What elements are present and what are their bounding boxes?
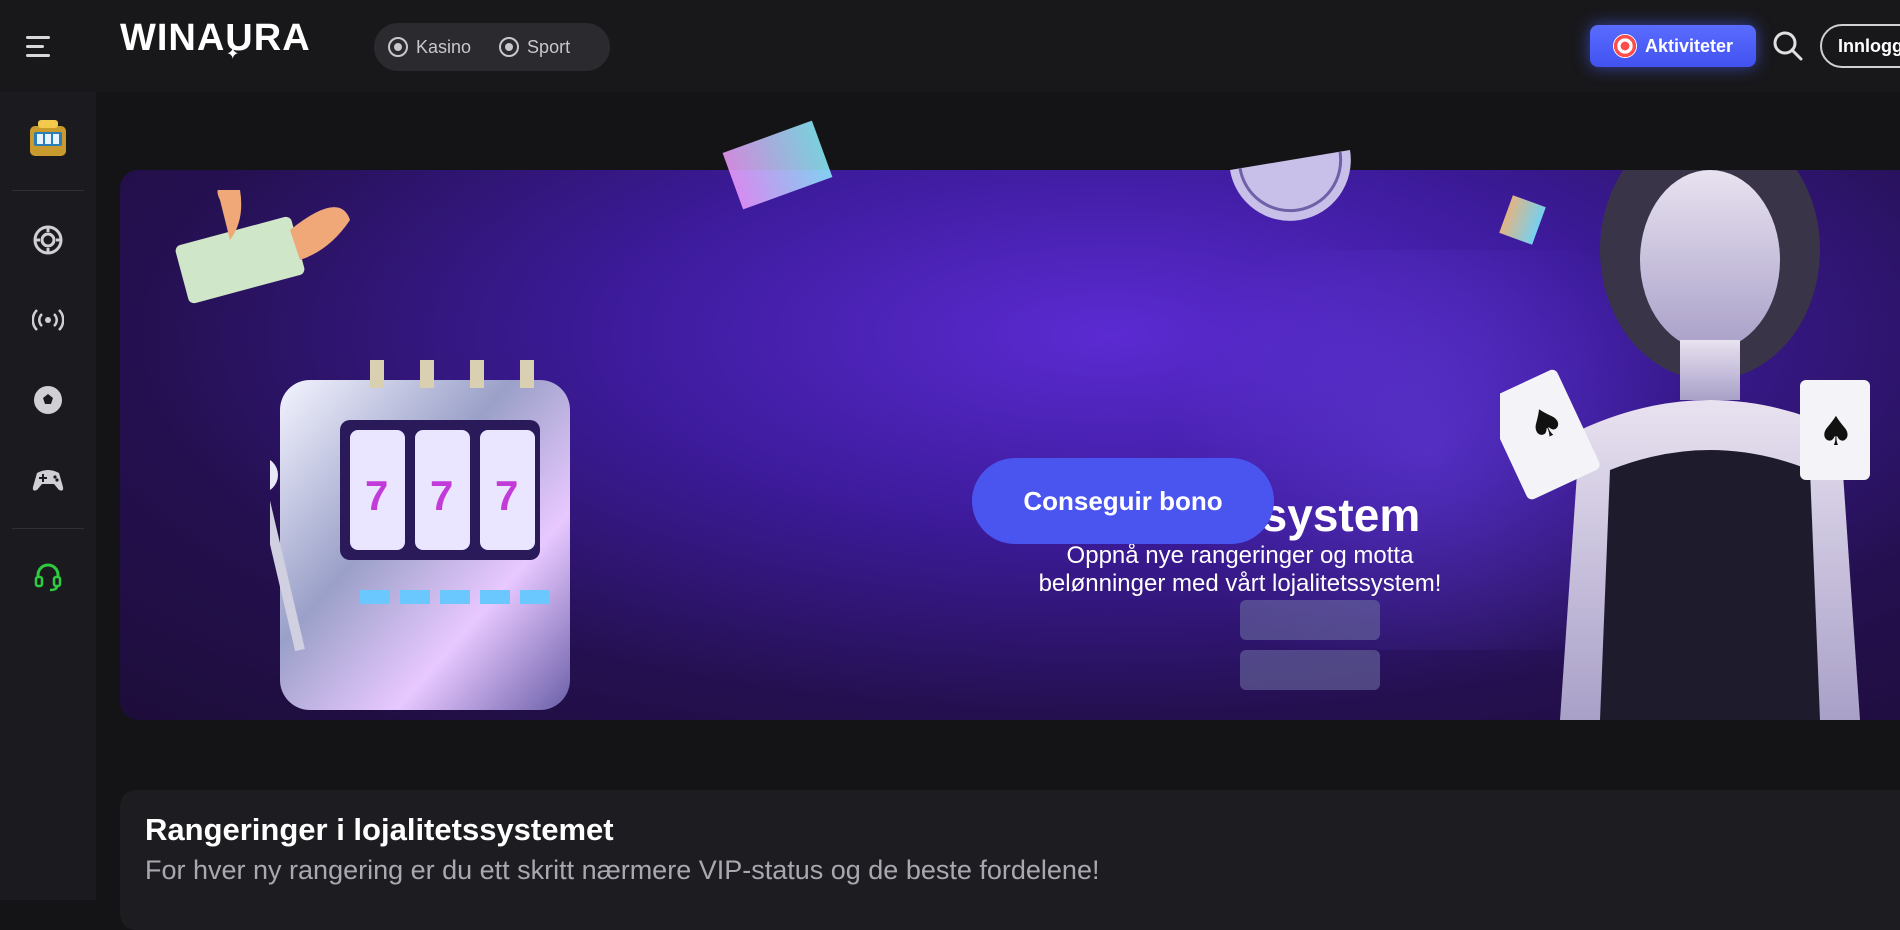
casino-chip-icon[interactable] — [24, 216, 72, 264]
logo-star-icon: ✦ — [226, 46, 240, 63]
activities-label: Aktiviteter — [1644, 35, 1734, 56]
football-icon — [499, 37, 520, 57]
svg-text:♠: ♠ — [1818, 409, 1854, 455]
casino-chip-icon — [388, 37, 408, 57]
top-bar: WINAURA ✦ Kasino Sport Aktiviteter Innlo… — [0, 0, 1900, 92]
sidebar-divider — [12, 190, 84, 191]
woman-with-cards-illustration: ♠ ♠ — [1500, 170, 1870, 720]
target-icon — [1612, 34, 1637, 58]
slot-machine-illustration: 7 7 7 — [270, 360, 570, 710]
nav-sport-label: Sport — [527, 36, 571, 57]
live-broadcast-icon[interactable] — [24, 296, 72, 344]
main-nav: Kasino Sport — [374, 23, 610, 71]
loyalty-banner: 7 7 7 Lojalitetssystem Oppnå nye rangeri… — [120, 170, 1900, 720]
ranks-subtitle: For hver ny rangering er du ett skritt n… — [145, 855, 1100, 885]
sidebar-divider — [12, 528, 84, 529]
activities-button[interactable]: Aktiviteter — [1590, 25, 1756, 67]
svg-text:7: 7 — [495, 472, 518, 519]
login-button[interactable]: Innlogg — [1820, 24, 1900, 68]
flying-money-illustration — [175, 190, 350, 304]
ranks-title: Rangeringer i lojalitetssystemet — [145, 812, 614, 847]
citrus-slice-illustration — [1230, 150, 1351, 221]
logo[interactable]: WINAURA — [120, 16, 311, 60]
headset-support-icon[interactable] — [24, 552, 72, 600]
sidebar — [0, 92, 96, 900]
banner-subtitle-line-1: Oppnå nye rangeringer og motta — [1066, 542, 1414, 569]
get-bonus-button[interactable]: Conseguir bono — [972, 458, 1274, 544]
nav-sport[interactable]: Sport — [485, 23, 584, 71]
svg-text:7: 7 — [365, 472, 388, 519]
slot-machine-icon[interactable] — [24, 116, 72, 164]
hamburger-menu-icon[interactable] — [26, 28, 66, 64]
bar-symbols-illustration — [1240, 600, 1380, 690]
nav-kasino-label: Kasino — [416, 36, 472, 57]
gamepad-icon[interactable] — [24, 456, 72, 504]
nav-kasino[interactable]: Kasino — [374, 23, 485, 71]
search-icon[interactable] — [1770, 28, 1806, 64]
svg-text:7: 7 — [430, 472, 453, 519]
football-icon[interactable] — [24, 376, 72, 424]
